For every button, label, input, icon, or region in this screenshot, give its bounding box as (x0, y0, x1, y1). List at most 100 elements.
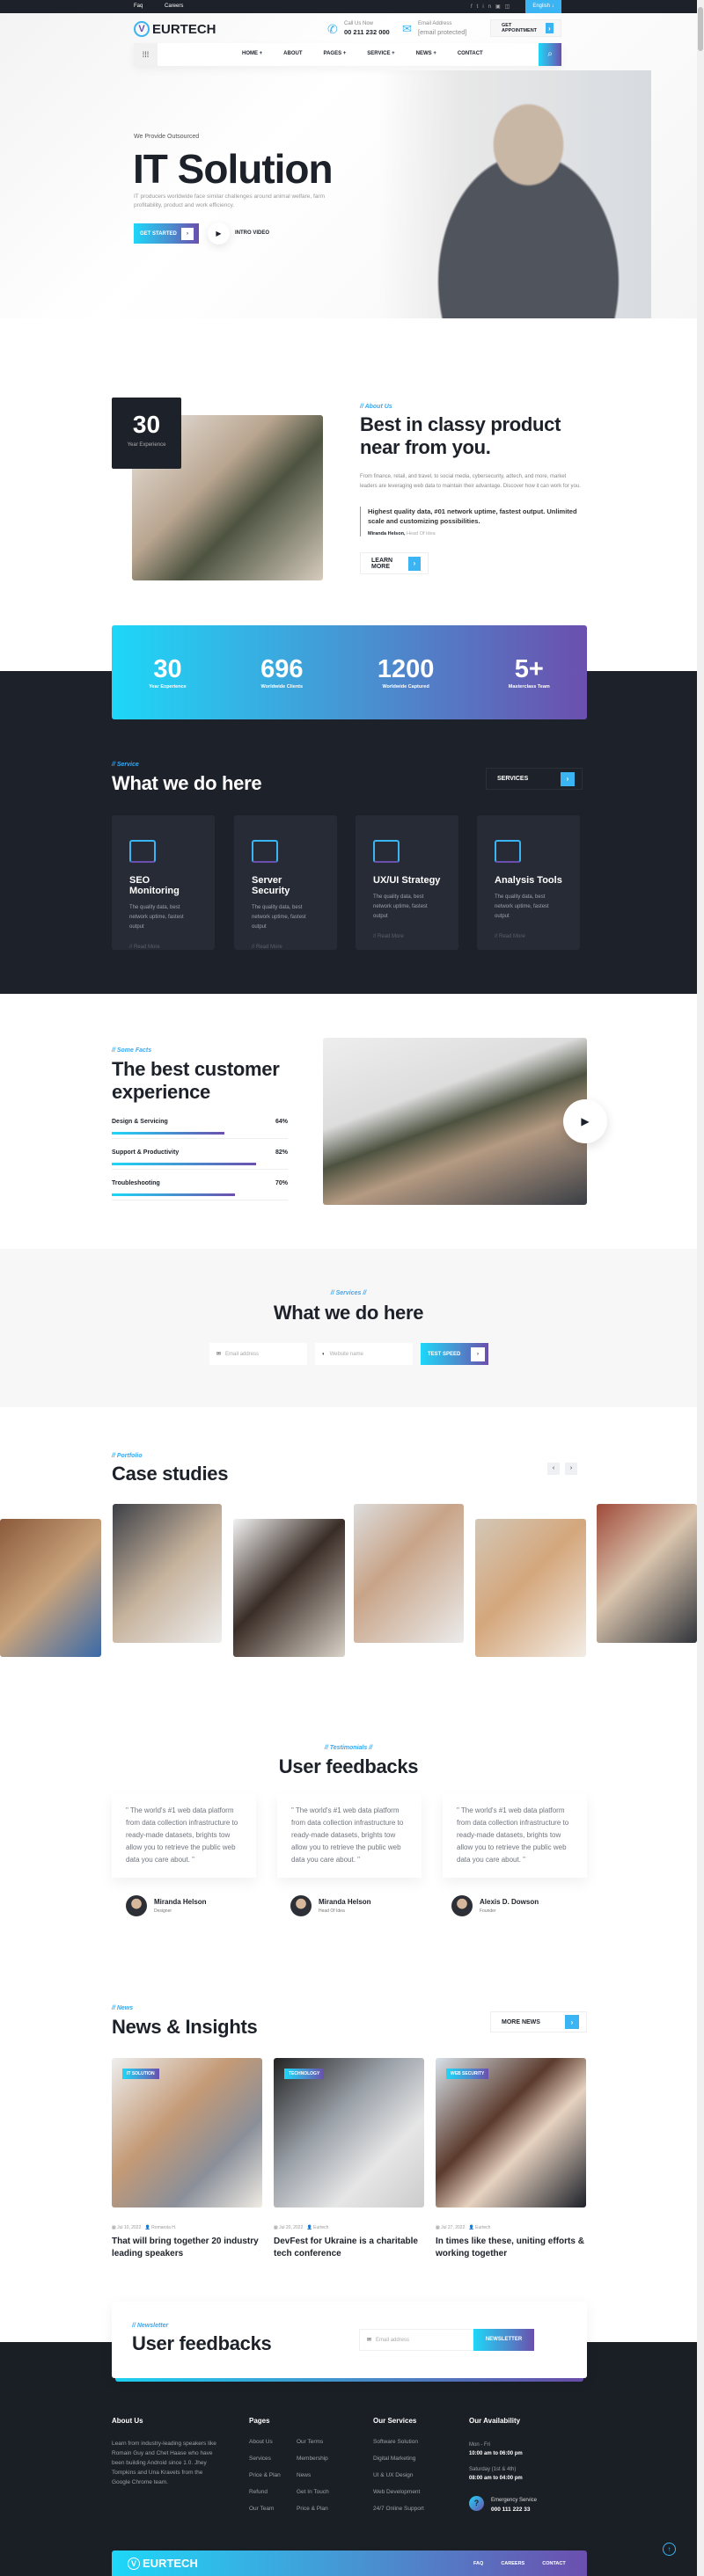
instagram-icon[interactable]: ◫ (505, 4, 515, 10)
footer-link[interactable]: 24/7 Online Support (373, 2500, 424, 2517)
author-name: Miranda Helson (319, 1898, 371, 1906)
avatar (290, 1895, 312, 1916)
footer-link[interactable]: Price & Plan (297, 2500, 346, 2517)
carousel-next-button[interactable]: › (565, 1463, 577, 1475)
footer-link[interactable]: Web Development (373, 2484, 424, 2500)
nav-news[interactable]: NEWS + (416, 51, 436, 56)
news-badge[interactable]: TECHNOLOGY (284, 2069, 325, 2079)
case-study-image[interactable] (475, 1519, 586, 1657)
case-study-image[interactable] (597, 1504, 697, 1643)
case-study-image[interactable] (113, 1504, 222, 1643)
nav-service[interactable]: SERVICE + (367, 51, 394, 56)
news-badge[interactable]: IT SOLUTION (122, 2069, 159, 2079)
footer-about-title: About Us (112, 2417, 143, 2425)
case-study-image[interactable] (233, 1519, 345, 1657)
stat-label: Masterclass Team (508, 684, 550, 690)
news-card[interactable]: WEB SECURITY ▦ Jul 27, 2022 👤 Eurtech In t… (436, 2058, 586, 2260)
scroll-to-top-button[interactable]: ↑ (663, 2543, 676, 2556)
nav-pages[interactable]: PAGES + (324, 51, 347, 56)
testimonial-quote: " The world's #1 web data platform from … (126, 1806, 238, 1864)
footer-link[interactable]: Membership (297, 2450, 346, 2467)
get-started-button[interactable]: GET STARTED › (134, 223, 199, 244)
language-select[interactable]: English ↓ (525, 0, 561, 13)
stat-value: 30 (153, 655, 182, 683)
read-more-link[interactable]: // Read More (373, 934, 441, 939)
email-address[interactable]: [email protected] (418, 28, 466, 36)
nav-home[interactable]: HOME + (242, 51, 262, 56)
news-title[interactable]: In times like these, uniting efforts & w… (436, 2236, 586, 2260)
facebook-icon[interactable]: f (471, 4, 477, 10)
more-news-button[interactable]: MORE NEWS › (490, 2011, 587, 2032)
play-video-button[interactable]: ▶ (208, 223, 230, 244)
footer-link[interactable]: News (297, 2467, 346, 2484)
news-card[interactable]: TECHNOLOGY ▦ Jul 20, 2022 👤 Eurtech DevFes… (274, 2058, 424, 2260)
footer-link[interactable]: Refund (249, 2484, 297, 2500)
search-button[interactable]: ⌕ (539, 43, 561, 66)
nav-contact[interactable]: CONTACT (458, 51, 483, 56)
availability: Mon - Fri 10:00 am to 06:00 pm Saturday (… (469, 2441, 523, 2483)
logo[interactable]: V EURTECH (134, 21, 216, 37)
news-card[interactable]: IT SOLUTION ▦ Jul 10, 2022 👤 Romarola H. T… (112, 2058, 262, 2260)
service-card[interactable]: Server Security The quality data, best ne… (234, 815, 337, 950)
footer-logo[interactable]: V EURTECH (128, 2557, 198, 2570)
learn-more-button[interactable]: LEARN MORE › (360, 552, 429, 574)
service-card[interactable]: SEO Monitoring The quality data, best net… (112, 815, 215, 950)
service-card[interactable]: UX/UI Strategy The quality data, best net… (356, 815, 458, 950)
footer-link[interactable]: Our Terms (297, 2434, 346, 2450)
footer-link-faq[interactable]: FAQ (473, 2561, 483, 2566)
topbar-link-careers[interactable]: Careers (165, 4, 183, 9)
progress-value: 70% (275, 1180, 288, 1186)
services-button[interactable]: SERVICES › (486, 768, 583, 790)
read-more-link[interactable]: // Read More (252, 945, 319, 950)
chevron-right-icon: › (565, 2015, 579, 2029)
progress-value: 82% (275, 1149, 288, 1156)
test-speed-button[interactable]: TEST SPEED › (421, 1343, 488, 1365)
linkedin-icon[interactable]: in (482, 4, 495, 10)
news-badge[interactable]: WEB SECURITY (446, 2069, 489, 2079)
footer-link-contact[interactable]: CONTACT (542, 2561, 565, 2566)
emergency-phone[interactable]: 000 111 222 33 (491, 2507, 530, 2513)
footer-link[interactable]: UI & UX Design (373, 2467, 424, 2484)
stat-item: 30 Year Experience (149, 655, 187, 690)
website-field[interactable]: ◐ Website name (315, 1343, 413, 1365)
footer-link[interactable]: Get In Touch (297, 2484, 346, 2500)
read-more-link[interactable]: // Read More (495, 934, 562, 939)
footer-link[interactable]: Services (249, 2450, 297, 2467)
speed-title: What we do here (273, 1302, 424, 1324)
topbar-link-faq[interactable]: Faq (134, 4, 143, 9)
youtube-icon[interactable]: ▣ (495, 4, 505, 10)
read-more-link[interactable]: // Read More (129, 945, 197, 950)
carousel-prev-button[interactable]: ‹ (547, 1463, 560, 1475)
quote-author: Miranda Helson, (368, 531, 406, 536)
newsletter-email-field[interactable]: ✉ Email address (359, 2329, 473, 2351)
language-label: English (532, 4, 550, 9)
case-study-image[interactable] (354, 1504, 464, 1643)
news-meta: ▦ Jul 20, 2022 👤 Eurtech (274, 2225, 329, 2230)
scrollbar[interactable] (697, 0, 704, 2576)
intro-video-link[interactable]: INTRO VIDEO (235, 230, 269, 236)
newsletter-tag: // Newsletter (132, 2323, 169, 2329)
footer-link[interactable]: Digital Marketing (373, 2450, 424, 2467)
footer-link[interactable]: About Us (249, 2434, 297, 2450)
case-study-image[interactable] (0, 1519, 101, 1657)
footer-link[interactable]: Price & Plan (249, 2467, 297, 2484)
globe-icon: ◐ (322, 1351, 326, 1357)
footer-link[interactable]: Software Solution (373, 2434, 424, 2450)
play-video-button[interactable]: ▶ (563, 1099, 607, 1143)
news-tag: // News (112, 2005, 134, 2011)
news-title: News & Insights (112, 2016, 258, 2038)
newsletter-button[interactable]: NEWSLETTER (473, 2329, 534, 2351)
footer-services-title: Our Services (373, 2417, 417, 2425)
stat-value: 5+ (514, 655, 544, 683)
website-placeholder: Website name (329, 1351, 363, 1357)
grid-menu-button[interactable]: ⁞⁞⁞ (134, 43, 158, 66)
news-title[interactable]: DevFest for Ukraine is a charitable tech… (274, 2236, 424, 2260)
phone-number[interactable]: 00 211 232 000 (344, 28, 390, 36)
email-field[interactable]: ✉ Email address (209, 1343, 307, 1365)
nav-about[interactable]: ABOUT (283, 51, 302, 56)
footer-link-careers[interactable]: CAREERS (501, 2561, 524, 2566)
service-card[interactable]: Analysis Tools The quality data, best net… (477, 815, 580, 950)
news-title[interactable]: That will bring together 20 industry lea… (112, 2236, 262, 2260)
get-appointment-button[interactable]: GET APPOINTMENT › (490, 19, 561, 37)
footer-link[interactable]: Our Team (249, 2500, 297, 2517)
